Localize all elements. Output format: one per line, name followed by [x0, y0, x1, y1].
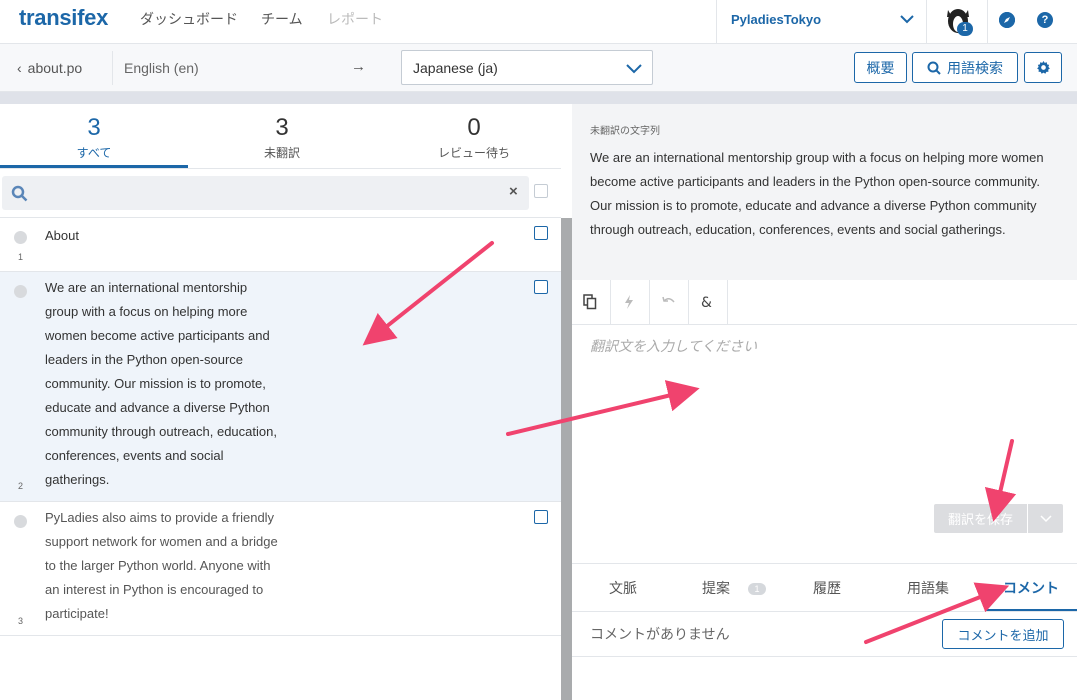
- editor-tools: &: [572, 280, 1077, 325]
- string-text: We are an international mentorship group…: [45, 280, 277, 487]
- transifex-logo[interactable]: transifex: [19, 5, 108, 31]
- string-number: 3: [18, 616, 24, 626]
- string-number: 2: [18, 481, 24, 491]
- string-row[interactable]: PyLadies also aims to provide a friendly…: [0, 502, 561, 636]
- overview-button[interactable]: 概要: [854, 52, 907, 83]
- lightning-icon: [625, 295, 633, 309]
- user-menu[interactable]: 1: [926, 0, 988, 43]
- string-text: About: [45, 228, 79, 243]
- tab-suggestions[interactable]: 提案: [702, 578, 730, 598]
- arrow-right-icon: →: [351, 58, 366, 75]
- row-checkbox[interactable]: [534, 510, 548, 524]
- target-language-select[interactable]: Japanese (ja): [401, 50, 653, 85]
- translation-input[interactable]: [590, 336, 1060, 496]
- stat-untranslated-count: 3: [275, 114, 289, 141]
- chevron-down-icon: [900, 15, 914, 24]
- nav-reports: レポート: [327, 11, 383, 27]
- stat-review-label: レビュー待ち: [437, 146, 510, 160]
- tab-history[interactable]: 履歴: [813, 578, 841, 598]
- tab-context[interactable]: 文脈: [609, 578, 637, 598]
- source-language: English (en): [124, 60, 199, 76]
- back-link-label: about.po: [27, 60, 83, 76]
- stat-all[interactable]: 3 すべて: [0, 114, 188, 161]
- glossary-search-button[interactable]: 用語検索: [912, 52, 1018, 83]
- save-translation-button[interactable]: 翻訳を保存: [934, 504, 1027, 533]
- status-dot: [14, 231, 27, 244]
- row-checkbox[interactable]: [534, 280, 548, 294]
- gear-icon: [1036, 60, 1050, 74]
- tab-comments[interactable]: コメント: [1003, 578, 1059, 598]
- chevron-down-icon: [1040, 515, 1052, 523]
- scrollbar[interactable]: [561, 218, 572, 700]
- chevron-left-icon: ‹: [17, 60, 22, 76]
- top-nav: transifex ダッシュボード チーム レポート PyladiesTokyo…: [0, 0, 1077, 44]
- autofill-button[interactable]: [611, 280, 650, 325]
- settings-button[interactable]: [1024, 52, 1062, 83]
- undo-icon: [662, 296, 675, 303]
- stat-all-label: すべて: [76, 146, 112, 160]
- divider: [112, 51, 113, 85]
- editor-panel: 未翻訳の文字列 We are an international mentorsh…: [572, 104, 1077, 700]
- string-row-selected[interactable]: We are an international mentorship group…: [0, 272, 561, 502]
- nav-dashboard[interactable]: ダッシュボード: [140, 9, 238, 29]
- compass-icon[interactable]: [999, 12, 1015, 28]
- notification-badge: 1: [957, 22, 973, 36]
- string-number: 1: [18, 252, 24, 262]
- progress-strip: [0, 92, 1077, 104]
- add-comment-button[interactable]: コメントを追加: [942, 619, 1064, 649]
- save-options-dropdown[interactable]: [1028, 504, 1063, 533]
- special-chars-button[interactable]: &: [689, 280, 728, 325]
- back-link[interactable]: ‹ about.po: [17, 60, 82, 76]
- stat-review[interactable]: 0 レビュー待ち: [380, 114, 568, 161]
- chevron-down-icon: [626, 64, 642, 74]
- search-icon: [11, 185, 28, 202]
- search-input[interactable]: [36, 182, 496, 204]
- undo-button[interactable]: [650, 280, 689, 325]
- status-dot: [14, 285, 27, 298]
- copy-source-button[interactable]: [572, 280, 611, 325]
- row-checkbox[interactable]: [534, 226, 548, 240]
- ampersand-icon: &: [701, 295, 712, 310]
- divider: [572, 563, 1077, 564]
- status-dot: [14, 515, 27, 528]
- divider: [572, 611, 1077, 612]
- stat-untranslated-label: 未翻訳: [263, 146, 300, 160]
- suggestions-count-badge: 1: [748, 583, 766, 595]
- stat-all-count: 3: [87, 114, 101, 141]
- svg-text:&: &: [701, 295, 712, 310]
- organization-switcher[interactable]: PyladiesTokyo: [716, 0, 926, 43]
- copy-icon: [583, 294, 597, 310]
- stat-untranslated[interactable]: 3 未翻訳: [188, 114, 376, 161]
- string-list-panel: 3 すべて 3 未翻訳 0 レビュー待ち × About 1 We are an…: [0, 104, 561, 700]
- string-row[interactable]: About 1: [0, 218, 561, 272]
- organization-name: PyladiesTokyo: [731, 12, 822, 27]
- string-text: PyLadies also aims to provide a friendly…: [45, 510, 278, 621]
- stat-review-count: 0: [467, 114, 481, 141]
- search-box: ×: [2, 176, 529, 210]
- clear-search-icon[interactable]: ×: [509, 183, 518, 200]
- source-string-box: 未翻訳の文字列 We are an international mentorsh…: [572, 104, 1077, 280]
- search-icon: [927, 61, 941, 75]
- glossary-search-label: 用語検索: [947, 59, 1003, 76]
- select-all-checkbox[interactable]: [534, 184, 548, 198]
- target-language-label: Japanese (ja): [413, 60, 498, 76]
- source-string-text: We are an international mentorship group…: [590, 150, 1044, 237]
- source-string-label: 未翻訳の文字列: [590, 126, 660, 137]
- editor-toolbar: ‹ about.po English (en) → Japanese (ja) 概…: [0, 44, 1077, 92]
- tab-glossary[interactable]: 用語集: [907, 578, 949, 598]
- help-icon[interactable]: ?: [1037, 12, 1053, 28]
- divider: [0, 168, 561, 169]
- nav-team[interactable]: チーム: [261, 9, 303, 29]
- no-comments-text: コメントがありません: [590, 626, 730, 642]
- divider: [572, 656, 1077, 657]
